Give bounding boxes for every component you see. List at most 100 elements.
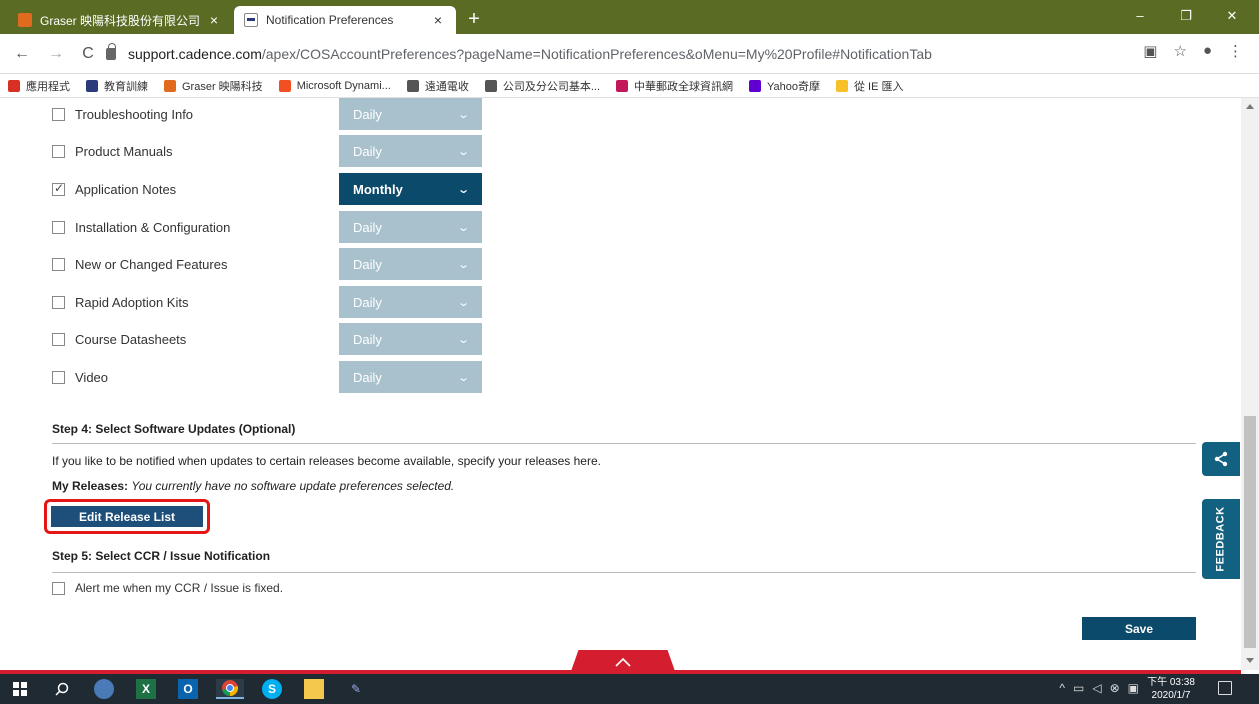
tab-notification-preferences[interactable]: Notification Preferences × [234, 6, 456, 34]
lock-icon [106, 43, 116, 60]
notification-checkbox[interactable] [52, 257, 65, 271]
tab-close-icon[interactable]: × [430, 12, 446, 28]
bookmark-icon [406, 79, 419, 92]
frequency-value: Daily [353, 143, 382, 159]
paint-app-icon[interactable] [94, 679, 114, 699]
bookmark-item[interactable]: Graser 映陽科技 [164, 78, 263, 94]
address-bar-actions: ▣ ☆ ● ⋮ [1143, 42, 1243, 60]
back-button[interactable]: ← [10, 42, 34, 66]
chevron-down-icon: ⌄ [456, 296, 470, 309]
chevron-down-icon: ⌄ [456, 145, 470, 158]
minimize-button[interactable]: – [1120, 4, 1160, 28]
step4-divider [52, 443, 1196, 444]
scroll-down-icon[interactable] [1246, 658, 1254, 663]
notification-checkbox[interactable] [52, 144, 65, 158]
file-explorer-icon[interactable] [304, 679, 324, 699]
frequency-select[interactable]: Daily ⌄ [339, 135, 482, 167]
edit-release-list-button[interactable]: Edit Release List [51, 506, 203, 527]
url-input[interactable]: support.cadence.com/apex/COSAccountPrefe… [106, 42, 1186, 66]
feedback-button[interactable]: FEEDBACK [1202, 499, 1240, 579]
frequency-select[interactable]: Daily ⌄ [339, 211, 482, 243]
frequency-select[interactable]: Daily ⌄ [339, 248, 482, 280]
notification-checkbox[interactable] [52, 107, 65, 121]
forward-button[interactable]: → [44, 42, 68, 66]
bookmark-star-icon[interactable]: ☆ [1173, 42, 1186, 60]
notification-label: Video [75, 369, 109, 385]
notification-checkbox[interactable] [52, 295, 65, 309]
close-window-button[interactable]: ✕ [1212, 4, 1252, 28]
scroll-to-top-button[interactable] [570, 650, 676, 674]
bookmark-item[interactable]: 應用程式 [8, 78, 70, 94]
frequency-select[interactable]: Daily ⌄ [339, 323, 482, 355]
notification-row[interactable]: Product Manuals [52, 135, 173, 167]
save-button[interactable]: Save [1082, 617, 1196, 640]
restore-button[interactable]: ❐ [1166, 4, 1206, 28]
chevron-up-tray-icon[interactable]: ^ [1059, 681, 1065, 695]
step4-title: Step 4: Select Software Updates (Optiona… [52, 422, 296, 436]
bookmark-icon [836, 79, 848, 92]
bookmark-item[interactable]: Microsoft Dynami... [278, 79, 391, 92]
paint3d-icon[interactable]: ✎ [346, 679, 366, 699]
frequency-select[interactable]: Daily ⌄ [339, 286, 482, 318]
notification-checkbox[interactable] [52, 181, 65, 196]
feedback-label: FEEDBACK [1215, 506, 1227, 572]
page-scrollbar[interactable] [1241, 98, 1259, 670]
notification-checkbox[interactable] [52, 220, 65, 234]
notification-row[interactable]: Course Datasheets [52, 323, 186, 355]
scroll-thumb[interactable] [1244, 416, 1256, 648]
bookmark-icon [484, 79, 497, 92]
notification-row[interactable]: Troubleshooting Info [52, 98, 193, 130]
new-tab-button[interactable]: + [462, 8, 486, 32]
notification-row[interactable]: Installation & Configuration [52, 211, 230, 243]
notification-row[interactable]: Application Notes [52, 173, 176, 205]
my-releases-value: You currently have no software update pr… [131, 479, 455, 493]
action-center-icon[interactable] [1218, 681, 1232, 695]
profile-icon[interactable]: ● [1203, 42, 1212, 60]
taskbar-clock[interactable]: 下午 03:38 2020/1/7 [1142, 676, 1200, 702]
chevron-down-icon: ⌄ [456, 258, 470, 271]
reload-button[interactable]: C [76, 42, 100, 66]
tab-close-icon[interactable]: × [206, 12, 222, 28]
frequency-select[interactable]: Daily ⌄ [339, 361, 482, 393]
notification-row[interactable]: New or Changed Features [52, 248, 227, 280]
status-icon[interactable]: ⊗ [1110, 681, 1120, 695]
network-icon[interactable]: ▭ [1073, 681, 1084, 695]
frequency-select[interactable]: Daily ⌄ [339, 98, 482, 130]
notification-label: Rapid Adoption Kits [75, 294, 189, 310]
ccr-alert-row[interactable]: Alert me when my CCR / Issue is fixed. [52, 572, 283, 604]
windows-taskbar: X O S ✎ ^ ▭ ◁ ⊗ ▣ 下午 03:38 2020/1/7 [0, 674, 1259, 704]
search-icon[interactable] [52, 679, 72, 699]
bookmark-item[interactable]: 公司及分公司基本... [484, 78, 600, 94]
menu-icon[interactable]: ⋮ [1228, 42, 1243, 60]
bookmark-icon [616, 79, 628, 92]
frequency-select[interactable]: Monthly ⌄ [339, 173, 482, 205]
notification-row[interactable]: Video [52, 361, 108, 393]
bookmark-item[interactable]: 中華郵政全球資訊網 [616, 78, 733, 94]
notification-label: New or Changed Features [75, 256, 228, 272]
volume-icon[interactable]: ◁ [1092, 681, 1101, 695]
windows-start-icon[interactable] [10, 679, 30, 699]
chrome-icon[interactable] [216, 679, 244, 699]
bookmark-item[interactable]: 遠通電收 [406, 78, 469, 94]
step4-description: If you like to be notified when updates … [52, 454, 601, 468]
scroll-up-icon[interactable] [1246, 104, 1254, 109]
ime-icon[interactable]: ▣ [1128, 681, 1139, 695]
notification-label: Installation & Configuration [75, 219, 231, 235]
frequency-value: Daily [353, 256, 382, 272]
notification-checkbox[interactable] [52, 370, 65, 384]
notification-label: Course Datasheets [75, 331, 187, 347]
translate-icon[interactable]: ▣ [1143, 42, 1157, 60]
ccr-alert-checkbox[interactable] [52, 581, 65, 595]
bookmark-item[interactable]: 從 IE 匯入 [836, 78, 904, 94]
tab-graser[interactable]: Graser 映陽科技股份有限公司 × [8, 6, 232, 34]
notification-checkbox[interactable] [52, 332, 65, 346]
excel-icon[interactable]: X [136, 679, 156, 699]
bookmark-icon [86, 79, 98, 92]
outlook-icon[interactable]: O [178, 679, 198, 699]
share-button[interactable] [1202, 442, 1240, 476]
bookmark-item[interactable]: Yahoo奇摩 [749, 78, 820, 94]
skype-icon[interactable]: S [262, 679, 282, 699]
bookmark-item[interactable]: 教育訓練 [86, 78, 148, 94]
my-releases-line: My Releases: You currently have no softw… [52, 479, 454, 493]
notification-row[interactable]: Rapid Adoption Kits [52, 286, 188, 318]
